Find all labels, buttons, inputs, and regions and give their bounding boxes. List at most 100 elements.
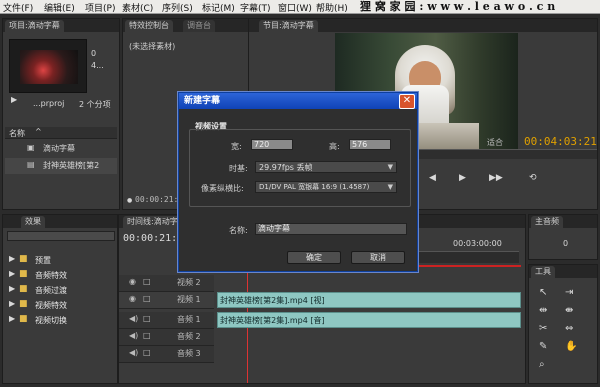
speaker-icon[interactable]: ◀) [129,331,138,340]
cancel-button[interactable]: 取消 [351,251,405,264]
program-timecode[interactable]: 00:04:03:21 [524,135,597,148]
tab-project[interactable]: 项目:滴动字幕 [5,20,64,32]
menu-edit[interactable]: 编辑(E) [44,1,75,14]
lock-icon[interactable]: □ [143,314,151,323]
play-button-icon[interactable]: ▶ [459,173,466,183]
track-video-1[interactable]: ◉ □ 视频 1 [119,292,214,309]
lock-icon[interactable]: □ [143,294,151,303]
list-item[interactable]: ▶ ■ 视频切换 [7,313,115,327]
menu-help[interactable]: 帮助(H) [316,1,348,14]
pixel-aspect-select[interactable]: D1/DV PAL 宽银幕 16:9 (1.4587) ▼ [255,181,397,193]
play-icon[interactable]: ▶ [11,95,17,104]
folder-icon: ■ [19,284,28,294]
list-item[interactable]: ▤ 封神英雄榜[第2 [5,158,117,174]
effects-search-input[interactable] [7,231,115,241]
zoom-tool-icon[interactable]: ⌕ [539,359,545,370]
name-column-header[interactable]: 名称 ^ [5,127,117,139]
height-field[interactable]: 576 [349,139,391,150]
program-scrubber[interactable] [419,149,597,159]
effects-panel: 效果 ▶ ■ 预置 ▶ ■ 音频特效 ▶ ■ 音频过渡 ▶ ■ 视频特效 ▶ ■… [2,214,118,384]
eye-icon[interactable]: ◉ [129,294,136,303]
list-item[interactable]: ▣ 滴动字幕 [5,141,117,157]
step-back-icon[interactable]: ◀ [429,173,436,183]
pixel-aspect-label: 像素纵横比: [201,184,244,193]
tab-audio-master[interactable]: 主音频 [531,216,563,228]
list-item-label: 封神英雄榜[第2 [43,161,100,170]
audio-master-panel: 主音频 0 [528,214,598,260]
list-item[interactable]: ▶ ■ 预置 [7,253,115,267]
eye-icon[interactable]: ◉ [129,277,136,286]
close-icon[interactable]: ✕ [399,94,415,109]
tab-tools[interactable]: 工具 [531,266,555,278]
menu-window[interactable]: 窗口(W) [278,1,312,14]
ripple-edit-tool-icon[interactable]: ⇹ [539,305,547,316]
tab-effect-controls[interactable]: 特效控制台 [125,20,173,32]
project-tabbar: 项目:滴动字幕 [3,19,119,32]
height-label: 高: [329,142,340,151]
track-video-2[interactable]: ◉ □ 视频 2 [119,275,214,292]
menu-sequence[interactable]: 序列(S) [162,1,193,14]
playhead-icon: ● [127,197,133,204]
rolling-edit-tool-icon[interactable]: ⇼ [565,305,573,316]
speaker-icon[interactable]: ◀) [129,348,138,357]
folder-icon: ■ [19,269,28,279]
track-label: 音频 1 [177,315,201,324]
list-item[interactable]: ▶ ■ 视频特效 [7,298,115,312]
program-tabbar: 节目:滴动字幕 [249,19,597,32]
loop-icon[interactable]: ⟲ [529,173,537,183]
pen-tool-icon[interactable]: ✎ [539,341,547,352]
track-audio-1[interactable]: ◀) □ 音频 1 [119,312,214,329]
expand-icon[interactable]: ▶ [9,254,15,263]
track-audio-3[interactable]: ◀) □ 音频 3 [119,346,214,363]
menu-marker[interactable]: 标记(M) [202,1,235,14]
list-item[interactable]: ▶ ■ 音频特效 [7,268,115,282]
expand-icon[interactable]: ▶ [9,314,15,323]
folder-icon: ■ [19,254,28,264]
lock-icon[interactable]: □ [143,277,151,286]
audio-clip[interactable]: 封神英雄榜[第2集].mp4 [音] [217,312,521,328]
slip-tool-icon[interactable]: ⇔ [565,323,573,334]
list-item-label: 预置 [35,256,51,265]
title-name-field[interactable]: 滴动字幕 [255,223,407,235]
menu-clip[interactable]: 素材(C) [122,1,153,14]
timebase-select[interactable]: 29.97fps 丢帧 ▼ [255,161,397,173]
name-label: 名称: [229,226,248,235]
timeline-ruler[interactable] [419,251,519,263]
dialog-titlebar[interactable]: 新建字幕 [179,93,417,109]
menu-file[interactable]: 文件(F) [3,1,33,14]
list-item-label: 音频过渡 [35,286,67,295]
list-item-label: 音频特效 [35,271,67,280]
menu-project[interactable]: 项目(P) [85,1,115,14]
lock-icon[interactable]: □ [143,331,151,340]
timebase-value: 29.97fps 丢帧 [259,163,313,172]
lock-icon[interactable]: □ [143,348,151,357]
menu-title[interactable]: 字幕(T) [240,1,271,14]
list-item-label: 视频特效 [35,301,67,310]
ok-button[interactable]: 确定 [287,251,341,264]
project-panel: 项目:滴动字幕 0 4... ▶ ...prproj 2 个分项 名称 ^ ▣ … [2,18,120,210]
video-clip[interactable]: 封神英雄榜[第2集].mp4 [视] [217,292,521,308]
speaker-icon[interactable]: ◀) [129,314,138,323]
hand-tool-icon[interactable]: ✋ [565,341,577,352]
track-audio-2[interactable]: ◀) □ 音频 2 [119,329,214,346]
list-item[interactable]: ▶ ■ 音频过渡 [7,283,115,297]
width-field[interactable]: 720 [251,139,293,150]
zoom-select[interactable]: 适合 [487,137,503,148]
track-label: 视频 1 [177,295,201,304]
step-forward-icon[interactable]: ▶▶ [489,173,503,183]
razor-tool-icon[interactable]: ✂ [539,323,547,334]
video-file-icon: ▤ [27,160,35,169]
tab-audio-mixer[interactable]: 调音台 [183,20,215,32]
new-title-dialog: 新建字幕 ✕ 视频设置 宽: 720 高: 576 时基: 29.97fps 丢… [178,92,418,272]
tab-effects[interactable]: 效果 [21,216,45,228]
tools-panel: 工具 ↖ ⇥ ⇹ ⇼ ✂ ⇔ ✎ ✋ ⌕ [528,264,598,384]
menu-bar: 文件(F) 编辑(E) 项目(P) 素材(C) 序列(S) 标记(M) 字幕(T… [0,0,600,14]
tab-program[interactable]: 节目:滴动字幕 [259,20,318,32]
track-label: 音频 3 [177,349,201,358]
expand-icon[interactable]: ▶ [9,284,15,293]
selection-tool-icon[interactable]: ↖ [539,287,547,298]
effects-tabbar: 效果 [3,215,117,228]
expand-icon[interactable]: ▶ [9,269,15,278]
track-select-tool-icon[interactable]: ⇥ [565,287,573,298]
expand-icon[interactable]: ▶ [9,299,15,308]
